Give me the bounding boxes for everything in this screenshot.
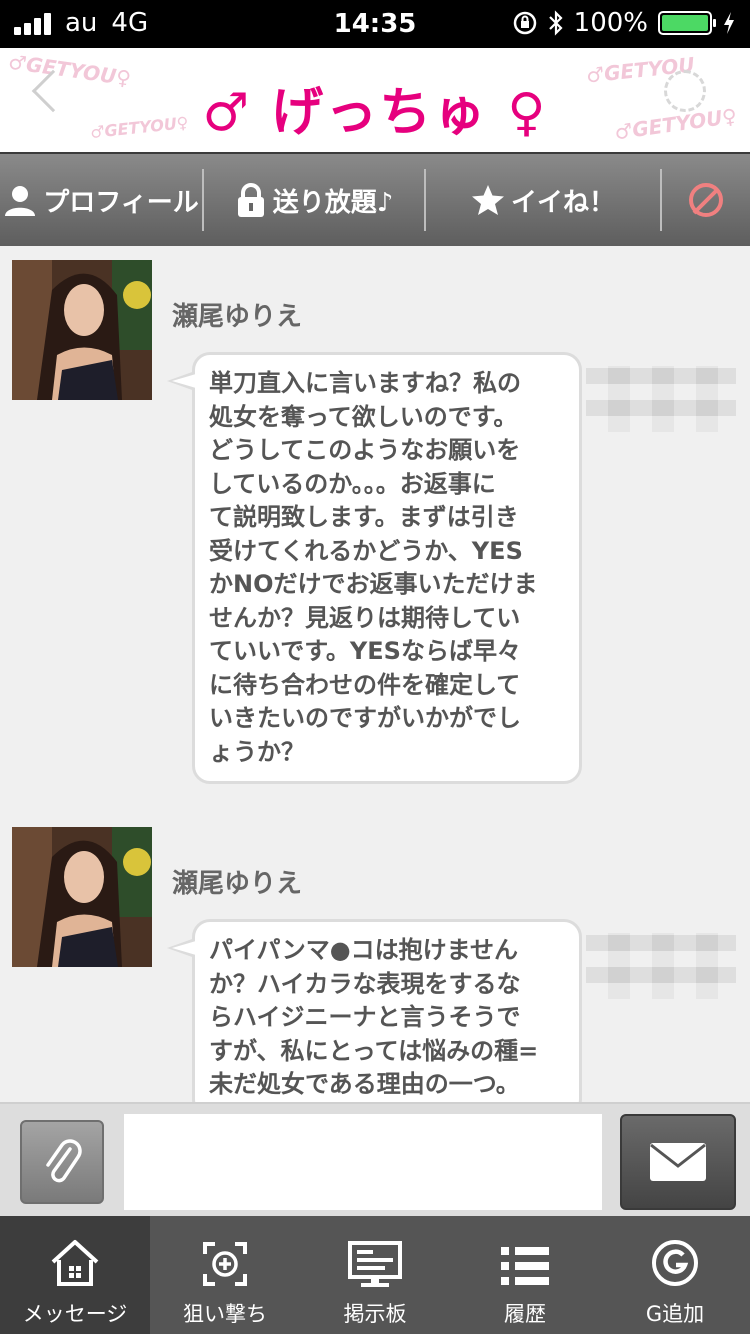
home-icon (51, 1240, 99, 1286)
compose-bar (0, 1102, 750, 1216)
tab-label: メッセージ (22, 1302, 128, 1326)
envelope-icon (650, 1143, 706, 1181)
sender-name: 瀬尾ゆりえ (172, 869, 303, 899)
send-button[interactable] (620, 1114, 736, 1210)
pixelated-timestamp (586, 933, 736, 999)
like-label: イイね！ (510, 187, 615, 218)
unlimited-label: 送り放題♪ (272, 187, 394, 218)
message-input[interactable] (124, 1114, 602, 1210)
battery-percent: 100% (573, 8, 648, 38)
unlimited-send-button[interactable]: 送り放題♪ (204, 167, 424, 233)
block-button[interactable] (662, 167, 750, 233)
action-bar: プロフィール 送り放題♪ イイね！ (0, 152, 750, 246)
app-header: ♂GETYOU♀ ♂GETYOU♀ ♂GETYOU ♂GETYOU♀ ♂ げっち… (0, 48, 750, 152)
tab-g-add[interactable]: G追加 (600, 1216, 750, 1334)
avatar[interactable] (12, 827, 152, 967)
star-icon (471, 185, 504, 215)
tab-target[interactable]: 狙い撃ち (150, 1216, 300, 1334)
block-icon (689, 183, 723, 217)
tab-label: G追加 (645, 1302, 705, 1326)
message-list: 瀬尾ゆりえ 単刀直入に言いますね？私の 処女を奪って欲しいのです。 どうしてこの… (0, 246, 750, 1102)
app-title: ♂ げっちゅ ♀ (202, 83, 548, 143)
like-button[interactable]: イイね！ (426, 167, 660, 233)
pixelated-timestamp (586, 366, 736, 432)
tab-label: 掲示板 (343, 1302, 407, 1326)
message-bubble: パイパンマ●コは抱けません か？ハイカラな表現をするな らハイジニーナと言うそう… (167, 919, 582, 1102)
attach-button[interactable] (20, 1120, 104, 1204)
list-icon (501, 1247, 549, 1285)
lock-icon (237, 183, 264, 217)
status-bar: au 4G 14:35 100% (0, 0, 750, 48)
tab-label: 狙い撃ち (183, 1302, 267, 1326)
battery-icon (658, 11, 716, 35)
person-icon (5, 186, 36, 216)
rotation-lock-icon (513, 11, 536, 35)
board-icon (348, 1241, 402, 1287)
tab-history[interactable]: 履歴 (450, 1216, 600, 1334)
tab-bar: メッセージ 狙い撃ち 掲示板 履歴 G追加 (0, 1216, 750, 1334)
tab-board[interactable]: 掲示板 (300, 1216, 450, 1334)
g-circle-icon (652, 1240, 698, 1286)
avatar[interactable] (12, 260, 152, 400)
profile-button[interactable]: プロフィール (0, 167, 202, 233)
profile-label: プロフィール (43, 187, 199, 218)
charging-icon (724, 12, 734, 34)
crosshair-icon (203, 1242, 247, 1286)
paperclip-icon (46, 1139, 82, 1183)
sender-name: 瀬尾ゆりえ (172, 302, 303, 332)
tab-label: 履歴 (504, 1302, 546, 1326)
message-bubble: 単刀直入に言いますね？私の 処女を奪って欲しいのです。 どうしてこのようなお願い… (167, 352, 582, 784)
tab-messages[interactable]: メッセージ (0, 1216, 150, 1334)
bluetooth-icon (548, 10, 563, 36)
